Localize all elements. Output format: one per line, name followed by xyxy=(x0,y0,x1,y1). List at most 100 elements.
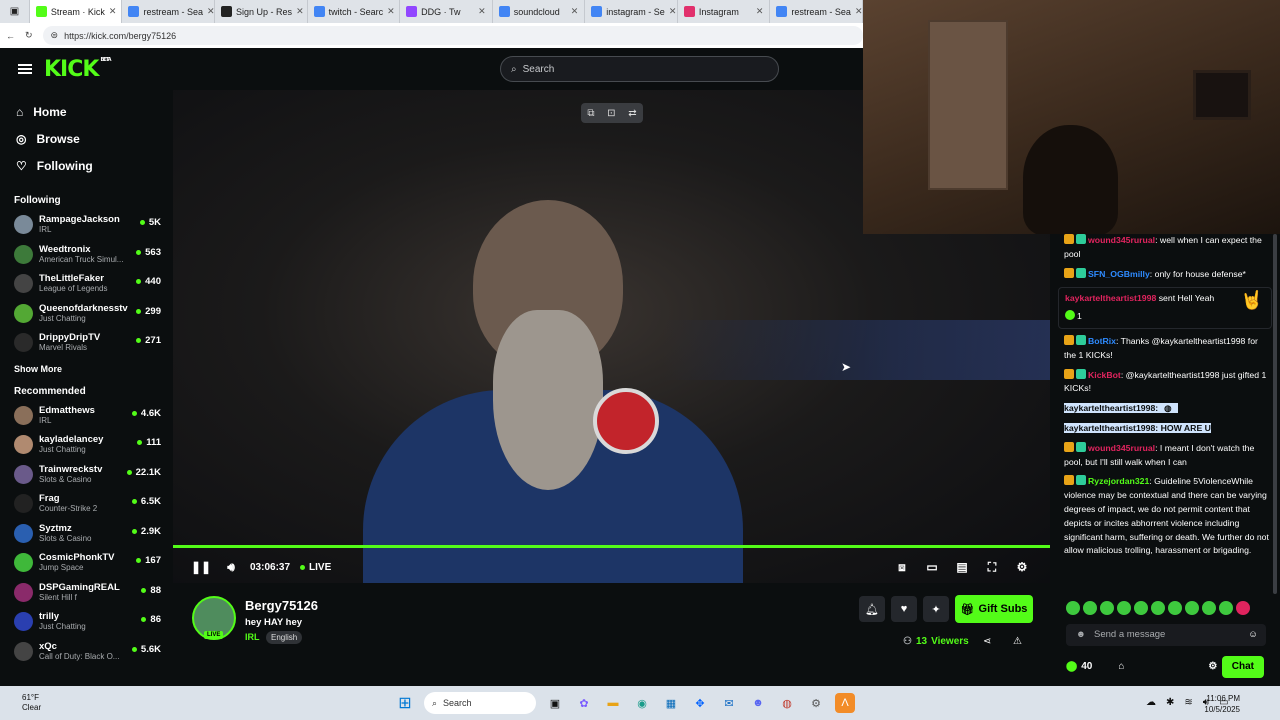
chat-scrollbar[interactable] xyxy=(1273,234,1277,594)
category-link[interactable]: IRL xyxy=(245,632,260,642)
channel-item[interactable]: CosmicPhonkTV Jump Space 167 xyxy=(0,548,173,578)
obs-icon[interactable]: ◍ xyxy=(777,693,797,713)
theater-mode-button[interactable]: ▭ xyxy=(917,553,947,581)
cloud-icon[interactable]: ☁ xyxy=(1146,697,1156,708)
points-icon[interactable]: ⬤ xyxy=(1066,660,1077,674)
chat-username[interactable]: BotRix xyxy=(1088,336,1116,346)
channel-item[interactable]: trilly Just Chatting 86 xyxy=(0,607,173,637)
follow-button[interactable]: ♥ xyxy=(891,596,917,622)
sparkle-button[interactable]: ✦ xyxy=(923,596,949,622)
search-input[interactable]: ⌕ Search xyxy=(500,56,779,82)
task-view-icon[interactable]: ▣ xyxy=(545,693,565,713)
emote-icon[interactable] xyxy=(1219,601,1233,615)
wide-mode-button[interactable]: ▤ xyxy=(947,553,977,581)
browser-tab[interactable]: instagram - Se ✕ xyxy=(585,0,678,23)
nav-item-home[interactable]: ⌂ Home xyxy=(0,98,173,125)
emote-icon[interactable] xyxy=(1134,601,1148,615)
browser-tab[interactable]: Instagram ✕ xyxy=(678,0,771,23)
bluetooth-icon[interactable]: ✱ xyxy=(1166,697,1174,708)
windows-start-icon[interactable]: ⊞ xyxy=(395,693,415,713)
report-icon[interactable]: ⚠ xyxy=(1013,636,1022,647)
outlook-icon[interactable]: ✉ xyxy=(719,693,739,713)
browser-tab[interactable]: Stream · Kick ✕ xyxy=(29,0,123,23)
language-tag[interactable]: English xyxy=(266,631,303,644)
channel-item[interactable]: Frag Counter-Strike 2 6.5K xyxy=(0,489,173,519)
app-a-icon[interactable]: Λ xyxy=(835,693,855,713)
weather-widget[interactable]: 61°F Clear xyxy=(22,693,41,713)
clip-icon[interactable]: ⧉ xyxy=(587,108,594,119)
back-icon[interactable]: ← xyxy=(6,31,15,41)
chat-username[interactable]: Ryzejordan321 xyxy=(1088,476,1149,486)
channel-item[interactable]: Syztmz Slots & Casino 2.9K xyxy=(0,519,173,549)
url-field[interactable]: ⊜ https://kick.com/bergy75126 xyxy=(42,26,863,45)
channel-item[interactable]: kayladelancey Just Chatting 111 xyxy=(0,430,173,460)
close-icon[interactable]: ✕ xyxy=(855,6,862,17)
notify-button[interactable]: 🔔︎ xyxy=(859,596,885,622)
emote-icon[interactable] xyxy=(1202,601,1216,615)
close-icon[interactable]: ✕ xyxy=(207,6,214,17)
emote-icon[interactable] xyxy=(1151,601,1165,615)
store-app-icon[interactable]: ▦ xyxy=(661,693,681,713)
nav-item-browse[interactable]: ◎ Browse xyxy=(0,125,173,152)
pause-button[interactable]: ❚❚ xyxy=(186,553,216,581)
translate-icon[interactable]: ⇄ xyxy=(628,108,636,119)
browser-tab[interactable]: DDG · Tw ✕ xyxy=(400,0,493,23)
menu-icon[interactable] xyxy=(18,64,32,74)
reload-icon[interactable]: ↻ xyxy=(25,30,33,41)
emote-icon[interactable] xyxy=(1066,601,1080,615)
chat-username[interactable]: wound345rurual xyxy=(1088,443,1155,453)
wifi-icon[interactable]: ≋ xyxy=(1184,697,1192,708)
channel-item[interactable]: DrippyDripTV Marvel Rivals 271 xyxy=(0,328,173,358)
emote-icon[interactable] xyxy=(1117,601,1131,615)
screenshot-icon[interactable]: ⊡ xyxy=(607,108,615,119)
kick-logo[interactable]: KICK BETA xyxy=(44,57,112,82)
channel-item[interactable]: RampageJackson IRL 5K xyxy=(0,210,173,240)
channel-item[interactable]: TheLittleFaker League of Legends 440 xyxy=(0,269,173,299)
channel-item[interactable]: DSPGamingREAL Silent Hill f 88 xyxy=(0,578,173,608)
fullscreen-button[interactable]: ⛶ xyxy=(977,553,1007,581)
chat-input[interactable]: ☻ Send a message ☺ xyxy=(1066,624,1266,646)
site-info-icon[interactable]: ⊜ xyxy=(51,30,59,41)
close-icon[interactable]: ✕ xyxy=(669,6,677,17)
close-icon[interactable]: ✕ xyxy=(756,6,764,17)
taskbar-search[interactable]: ⌕ Search xyxy=(424,692,536,714)
close-icon[interactable]: ✕ xyxy=(109,6,117,17)
close-icon[interactable]: ✕ xyxy=(478,6,486,17)
channel-item[interactable]: Weedtronix American Truck Simul... 563 xyxy=(0,240,173,270)
share-icon[interactable]: ⋖ xyxy=(983,636,991,647)
edge-browser-icon[interactable]: ◉ xyxy=(632,693,652,713)
browser-tab[interactable]: Sign Up - Res ✕ xyxy=(215,0,308,23)
channel-item[interactable]: Trainwreckstv Slots & Casino 22.1K xyxy=(0,460,173,490)
browser-tab[interactable]: twitch - Searc ✕ xyxy=(308,0,401,23)
gift-subs-button[interactable]: 🎁︎ Gift Subs xyxy=(955,595,1033,623)
streamer-name[interactable]: Bergy75126 xyxy=(245,598,318,613)
chat-username[interactable]: kaykarteltheartist1998 xyxy=(1065,293,1156,303)
progress-bar[interactable] xyxy=(173,545,1050,548)
browser-tab[interactable]: restream - Sea ✕ xyxy=(122,0,216,23)
channel-item[interactable]: Edmatthews IRL 4.6K xyxy=(0,401,173,431)
emote-icon[interactable] xyxy=(1083,601,1097,615)
clock[interactable]: 11:06 PM 10/5/2025 xyxy=(1204,693,1240,715)
close-icon[interactable]: ✕ xyxy=(571,6,579,17)
settings-app-icon[interactable]: ⚙ xyxy=(806,693,826,713)
chat-username[interactable]: KickBot xyxy=(1088,370,1121,380)
chat-username[interactable]: SFN_OGBmilly xyxy=(1088,269,1150,279)
channel-item[interactable]: Queenofdarknesstv Just Chatting 299 xyxy=(0,299,173,329)
file-explorer-icon[interactable]: ▬ xyxy=(603,693,623,713)
emote-icon[interactable] xyxy=(1185,601,1199,615)
emote-icon[interactable] xyxy=(1100,601,1114,615)
show-more-link[interactable]: Show More xyxy=(0,364,173,374)
browser-tab-menu[interactable]: ▣ xyxy=(0,0,30,23)
close-icon[interactable]: ✕ xyxy=(296,6,304,17)
chat-send-button[interactable]: Chat xyxy=(1221,656,1264,678)
emote-icon[interactable] xyxy=(1236,601,1250,615)
volume-button[interactable]: 🔊︎ xyxy=(216,553,246,581)
chat-settings-icon[interactable]: ⚙ xyxy=(1208,660,1217,674)
browser-tab[interactable]: restream - Sea ✕ xyxy=(770,0,863,23)
settings-button[interactable]: ⚙ xyxy=(1007,553,1037,581)
copilot-icon[interactable]: ✿ xyxy=(574,693,594,713)
channel-item[interactable]: xQc Call of Duty: Black O... 5.6K xyxy=(0,637,173,667)
discord-icon[interactable]: ☻ xyxy=(748,693,768,713)
miniplayer-button[interactable]: ⧈ xyxy=(887,553,917,581)
close-icon[interactable]: ✕ xyxy=(387,6,395,17)
